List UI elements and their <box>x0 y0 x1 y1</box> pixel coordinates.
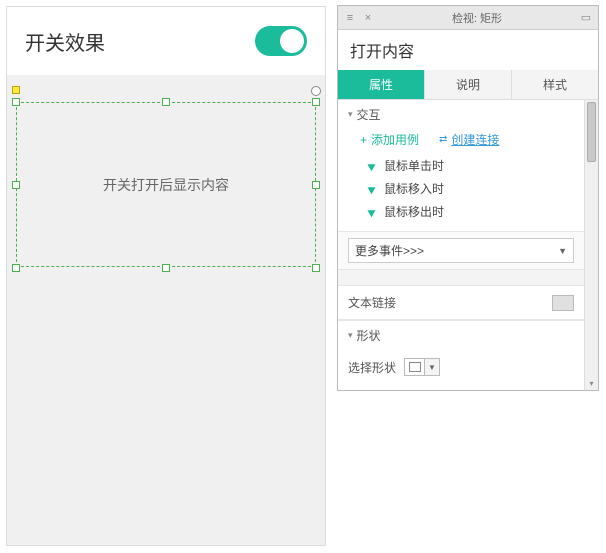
inspector-body: ▾ 交互 + 添加用例 ⇄ 创建连接 鼠标单击时 <box>338 100 598 390</box>
tab-properties[interactable]: 属性 <box>338 70 425 99</box>
canvas-header: 开关效果 <box>7 7 325 75</box>
canvas-area: 开关效果 开关打开后显示内容 <box>6 6 326 546</box>
toggle-switch[interactable] <box>255 26 307 56</box>
event-list: 鼠标单击时 鼠标移入时 鼠标移出时 <box>338 154 584 231</box>
add-case-label: 添加用例 <box>371 131 419 148</box>
selection-box[interactable]: 开关打开后显示内容 <box>16 102 316 267</box>
chevron-down-icon: ▾ <box>348 109 353 120</box>
event-label: 鼠标移出时 <box>384 203 444 220</box>
more-events-label: 更多事件>>> <box>355 242 424 259</box>
inspector-title: 检视: 矩形 <box>374 10 580 26</box>
section-label: 形状 <box>357 327 381 344</box>
close-icon[interactable]: × <box>362 12 374 24</box>
scroll-down-icon[interactable]: ▾ <box>585 376 598 390</box>
interaction-actions: + 添加用例 ⇄ 创建连接 <box>338 129 584 154</box>
spacer <box>338 270 584 286</box>
resize-handle-bl[interactable] <box>12 264 20 272</box>
chevron-down-icon: ▼ <box>425 359 439 375</box>
event-icon <box>368 184 378 194</box>
widget-label: 开关打开后显示内容 <box>103 175 229 195</box>
resize-handle-bm[interactable] <box>162 264 170 272</box>
event-icon <box>368 207 378 217</box>
more-events-row: 更多事件>>> ▼ <box>338 231 584 270</box>
section-shape[interactable]: ▾ 形状 <box>338 320 584 350</box>
inspector-titlebar[interactable]: ≡ × 检视: 矩形 ▭ <box>338 6 598 30</box>
resize-handle-tm[interactable] <box>162 98 170 106</box>
shape-label: 选择形状 <box>348 359 396 376</box>
text-link-label: 文本链接 <box>348 294 396 311</box>
event-icon <box>368 161 378 171</box>
doc-icon[interactable]: ▭ <box>580 12 592 24</box>
chevron-down-icon: ▼ <box>558 246 567 256</box>
event-label: 鼠标移入时 <box>384 180 444 197</box>
resize-handle-mr[interactable] <box>312 181 320 189</box>
section-label: 交互 <box>357 106 381 123</box>
section-text-link: 文本链接 <box>338 286 584 320</box>
inspector-tabs: 属性 说明 样式 <box>338 70 598 100</box>
more-events-dropdown[interactable]: 更多事件>>> ▼ <box>348 238 574 263</box>
tab-notes[interactable]: 说明 <box>425 70 512 99</box>
shape-row: 选择形状 ▼ <box>338 350 584 390</box>
add-case-button[interactable]: + 添加用例 <box>360 131 419 148</box>
text-link-button[interactable] <box>552 295 574 311</box>
create-link-button[interactable]: ⇄ 创建连接 <box>439 131 499 148</box>
chevron-down-icon: ▾ <box>348 330 353 341</box>
selected-widget[interactable]: 开关打开后显示内容 <box>16 95 316 275</box>
shape-select[interactable]: ▼ <box>404 358 440 376</box>
resize-handle-tr[interactable] <box>312 98 320 106</box>
link-icon: ⇄ <box>439 134 447 145</box>
create-link-label: 创建连接 <box>451 131 499 148</box>
scrollbar-thumb[interactable] <box>587 102 596 162</box>
section-interactions[interactable]: ▾ 交互 <box>338 100 584 129</box>
tab-style[interactable]: 样式 <box>512 70 598 99</box>
widget-name: 打开内容 <box>350 44 414 61</box>
resize-handle-tl[interactable] <box>12 98 20 106</box>
event-label: 鼠标单击时 <box>384 157 444 174</box>
plus-icon: + <box>360 133 367 147</box>
resize-handle-br[interactable] <box>312 264 320 272</box>
canvas-title: 开关效果 <box>25 27 105 56</box>
resize-handle-ml[interactable] <box>12 181 20 189</box>
event-mouseenter[interactable]: 鼠标移入时 <box>368 177 574 200</box>
corner-marker-icon <box>12 86 20 94</box>
collapse-icon[interactable]: ≡ <box>344 12 356 24</box>
event-mouseleave[interactable]: 鼠标移出时 <box>368 200 574 223</box>
inspector-panel: ≡ × 检视: 矩形 ▭ 打开内容 属性 说明 样式 ▾ 交互 + 添加用例 <box>337 5 599 391</box>
rotate-handle[interactable] <box>311 86 321 96</box>
widget-name-row[interactable]: 打开内容 <box>338 30 598 70</box>
event-click[interactable]: 鼠标单击时 <box>368 154 574 177</box>
rectangle-icon <box>405 359 425 375</box>
scrollbar[interactable]: ▾ <box>584 100 598 390</box>
